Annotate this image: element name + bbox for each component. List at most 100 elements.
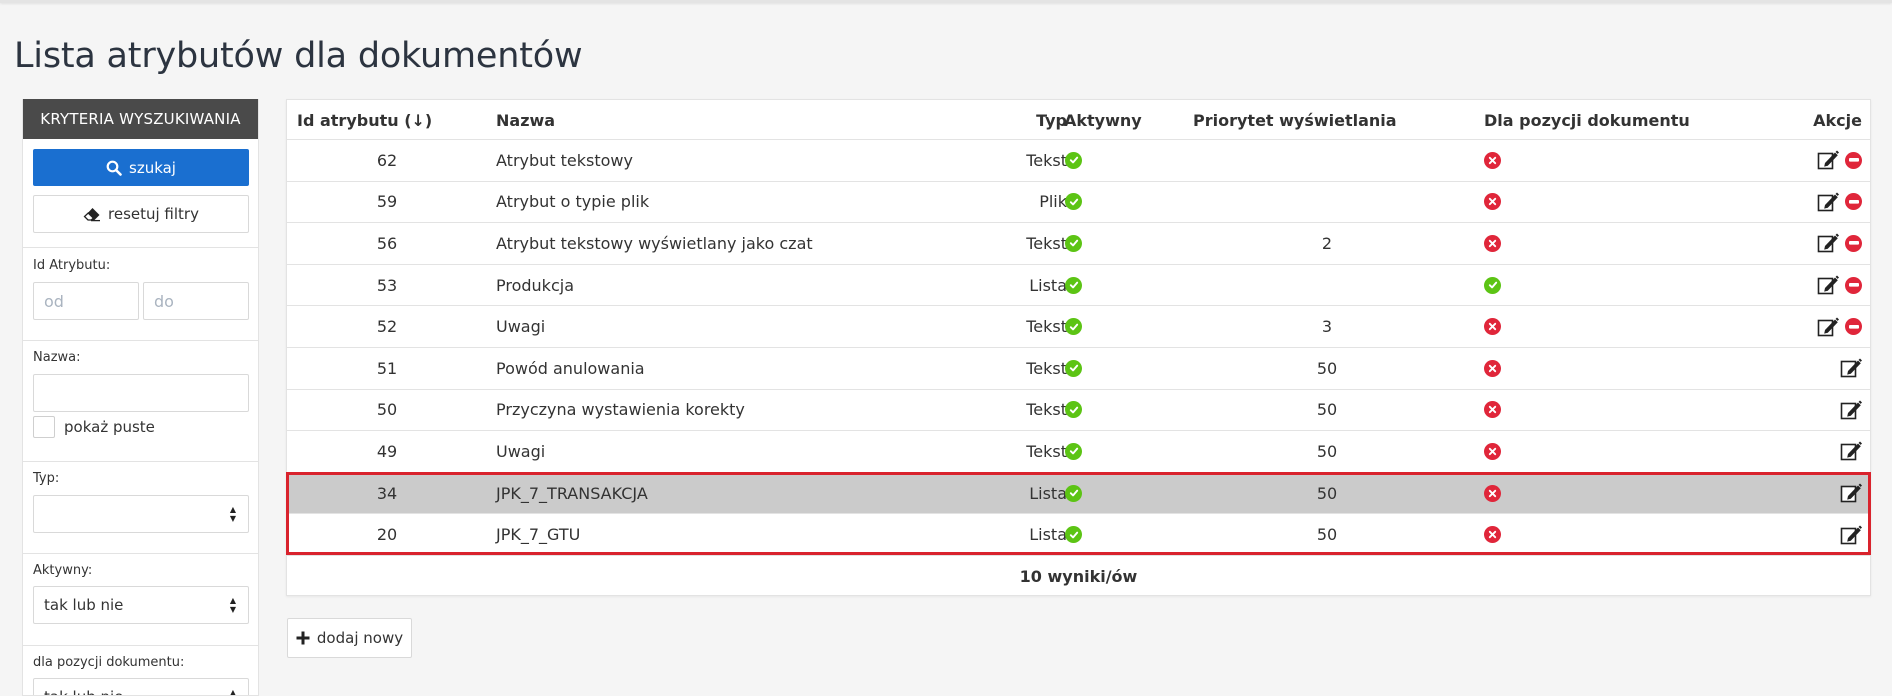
table-row[interactable]: 49 Uwagi Tekst 50	[287, 431, 1870, 473]
table-row[interactable]: 52 Uwagi Tekst 3	[287, 306, 1870, 348]
cell-name: Atrybut tekstowy wyświetlany jako czat	[496, 233, 813, 253]
table-row[interactable]: 53 Produkcja Lista	[287, 265, 1870, 307]
delete-icon[interactable]	[1845, 318, 1862, 336]
reset-filters-label: resetuj filtry	[108, 205, 199, 223]
cell-id: 34	[376, 483, 398, 503]
cell-actions	[1840, 514, 1862, 555]
column-header-priority: Priorytet wyświetlania	[1193, 110, 1397, 130]
cell-for-position	[1484, 514, 1501, 555]
cell-type: Tekst	[1026, 233, 1067, 253]
type-select[interactable]: ▲ ▼	[33, 495, 249, 533]
cell-priority: 2	[1321, 233, 1333, 253]
edit-icon[interactable]	[1840, 357, 1862, 379]
edit-icon[interactable]	[1817, 274, 1839, 296]
table-row[interactable]: 56 Atrybut tekstowy wyświetlany jako czat…	[287, 223, 1870, 265]
position-select[interactable]: tak lub nie ▲▼	[33, 678, 249, 696]
check-circle-icon	[1065, 276, 1082, 294]
x-circle-icon	[1484, 151, 1501, 169]
search-button[interactable]: szukaj	[33, 149, 249, 186]
edit-icon[interactable]	[1817, 316, 1839, 338]
name-filter-label: Nazwa:	[33, 350, 81, 365]
cell-actions	[1817, 223, 1862, 264]
table-header: Id atrybutu (↓) Nazwa Typ Aktywny Priory…	[287, 100, 1870, 140]
column-header-name: Nazwa	[496, 110, 556, 130]
cell-id: 52	[376, 317, 398, 337]
edit-icon[interactable]	[1840, 524, 1862, 546]
edit-icon[interactable]	[1840, 440, 1862, 462]
cell-for-position	[1484, 348, 1501, 389]
cell-priority	[1187, 182, 1467, 223]
cell-type: Tekst	[1026, 441, 1067, 461]
edit-icon[interactable]	[1817, 191, 1839, 213]
select-arrows-icon: ▲▼	[229, 688, 236, 696]
table-row[interactable]: 34 JPK_7_TRANSAKCJA Lista 50	[287, 472, 1870, 515]
cell-priority	[1187, 140, 1467, 181]
cell-active	[1065, 140, 1105, 181]
delete-icon[interactable]	[1845, 151, 1862, 169]
delete-icon[interactable]	[1845, 193, 1862, 211]
check-circle-icon	[1065, 401, 1082, 419]
cell-type: Tekst	[1026, 150, 1067, 170]
add-new-label: dodaj nowy	[316, 629, 404, 647]
x-circle-icon	[1484, 359, 1501, 377]
cell-id: 49	[376, 441, 398, 461]
id-to-input[interactable]: do	[143, 282, 249, 320]
delete-icon[interactable]	[1845, 234, 1862, 252]
cell-actions	[1840, 473, 1862, 514]
x-circle-icon	[1484, 442, 1501, 460]
cell-name: Atrybut o typie plik	[496, 192, 650, 212]
type-filter-label: Typ:	[33, 471, 60, 486]
table-row[interactable]: 50 Przyczyna wystawienia korekty Tekst 50	[287, 390, 1870, 432]
check-circle-icon	[1065, 526, 1082, 544]
reset-filters-button[interactable]: resetuj filtry	[33, 195, 249, 233]
table-row[interactable]: 20 JPK_7_GTU Lista 50	[287, 514, 1870, 556]
edit-icon[interactable]	[1817, 149, 1839, 171]
delete-icon[interactable]	[1845, 276, 1862, 294]
cell-name: Atrybut tekstowy	[496, 150, 633, 170]
check-circle-icon	[1065, 234, 1082, 252]
edit-icon[interactable]	[1840, 399, 1862, 421]
cell-priority: 3	[1321, 317, 1333, 337]
check-circle-icon	[1065, 318, 1082, 336]
show-empty-checkbox[interactable]	[33, 416, 55, 438]
id-filter-label: Id Atrybutu:	[33, 258, 111, 273]
add-new-button[interactable]: dodaj nowy	[287, 618, 412, 658]
cell-active	[1065, 514, 1105, 555]
table-row[interactable]: 62 Atrybut tekstowy Tekst	[287, 140, 1870, 182]
position-filter-label: dla pozycji dokumentu:	[33, 655, 185, 670]
column-header-id[interactable]: Id atrybutu (↓)	[297, 100, 432, 140]
edit-icon[interactable]	[1840, 482, 1862, 504]
table-row[interactable]: 51 Powód anulowania Tekst 50	[287, 348, 1870, 390]
divider	[23, 553, 258, 554]
cell-actions	[1840, 348, 1862, 389]
cell-for-position	[1484, 306, 1501, 347]
active-select[interactable]: tak lub nie ▲ ▼	[33, 586, 249, 624]
cell-id: 51	[376, 358, 398, 378]
cell-name: Uwagi	[496, 317, 546, 337]
cell-id: 59	[376, 192, 398, 212]
cell-type: Tekst	[1026, 358, 1067, 378]
cell-name: Uwagi	[496, 441, 546, 461]
cell-for-position	[1484, 182, 1501, 223]
cell-name: Przyczyna wystawienia korekty	[496, 400, 745, 420]
cell-type: Lista	[1029, 275, 1067, 295]
name-input[interactable]	[33, 374, 249, 412]
check-circle-icon	[1065, 151, 1082, 169]
id-from-input[interactable]: od	[33, 282, 139, 320]
cell-active	[1065, 431, 1105, 472]
cell-actions	[1840, 431, 1862, 472]
active-filter-label: Aktywny:	[33, 563, 93, 578]
cell-name: Powód anulowania	[496, 358, 645, 378]
cell-id: 20	[376, 525, 398, 545]
results-count: 10 wyniki/ów	[1019, 566, 1138, 586]
column-header-type: Typ	[1036, 110, 1067, 130]
check-circle-icon	[1065, 442, 1082, 460]
cell-actions	[1817, 265, 1862, 306]
column-header-actions: Akcje	[1813, 110, 1862, 130]
check-circle-icon	[1065, 193, 1082, 211]
table-row[interactable]: 59 Atrybut o typie plik Plik	[287, 182, 1870, 224]
cell-priority: 50	[1316, 525, 1338, 545]
search-criteria-header: KRYTERIA WYSZUKIWANIA	[23, 99, 258, 139]
cell-active	[1065, 265, 1105, 306]
edit-icon[interactable]	[1817, 232, 1839, 254]
